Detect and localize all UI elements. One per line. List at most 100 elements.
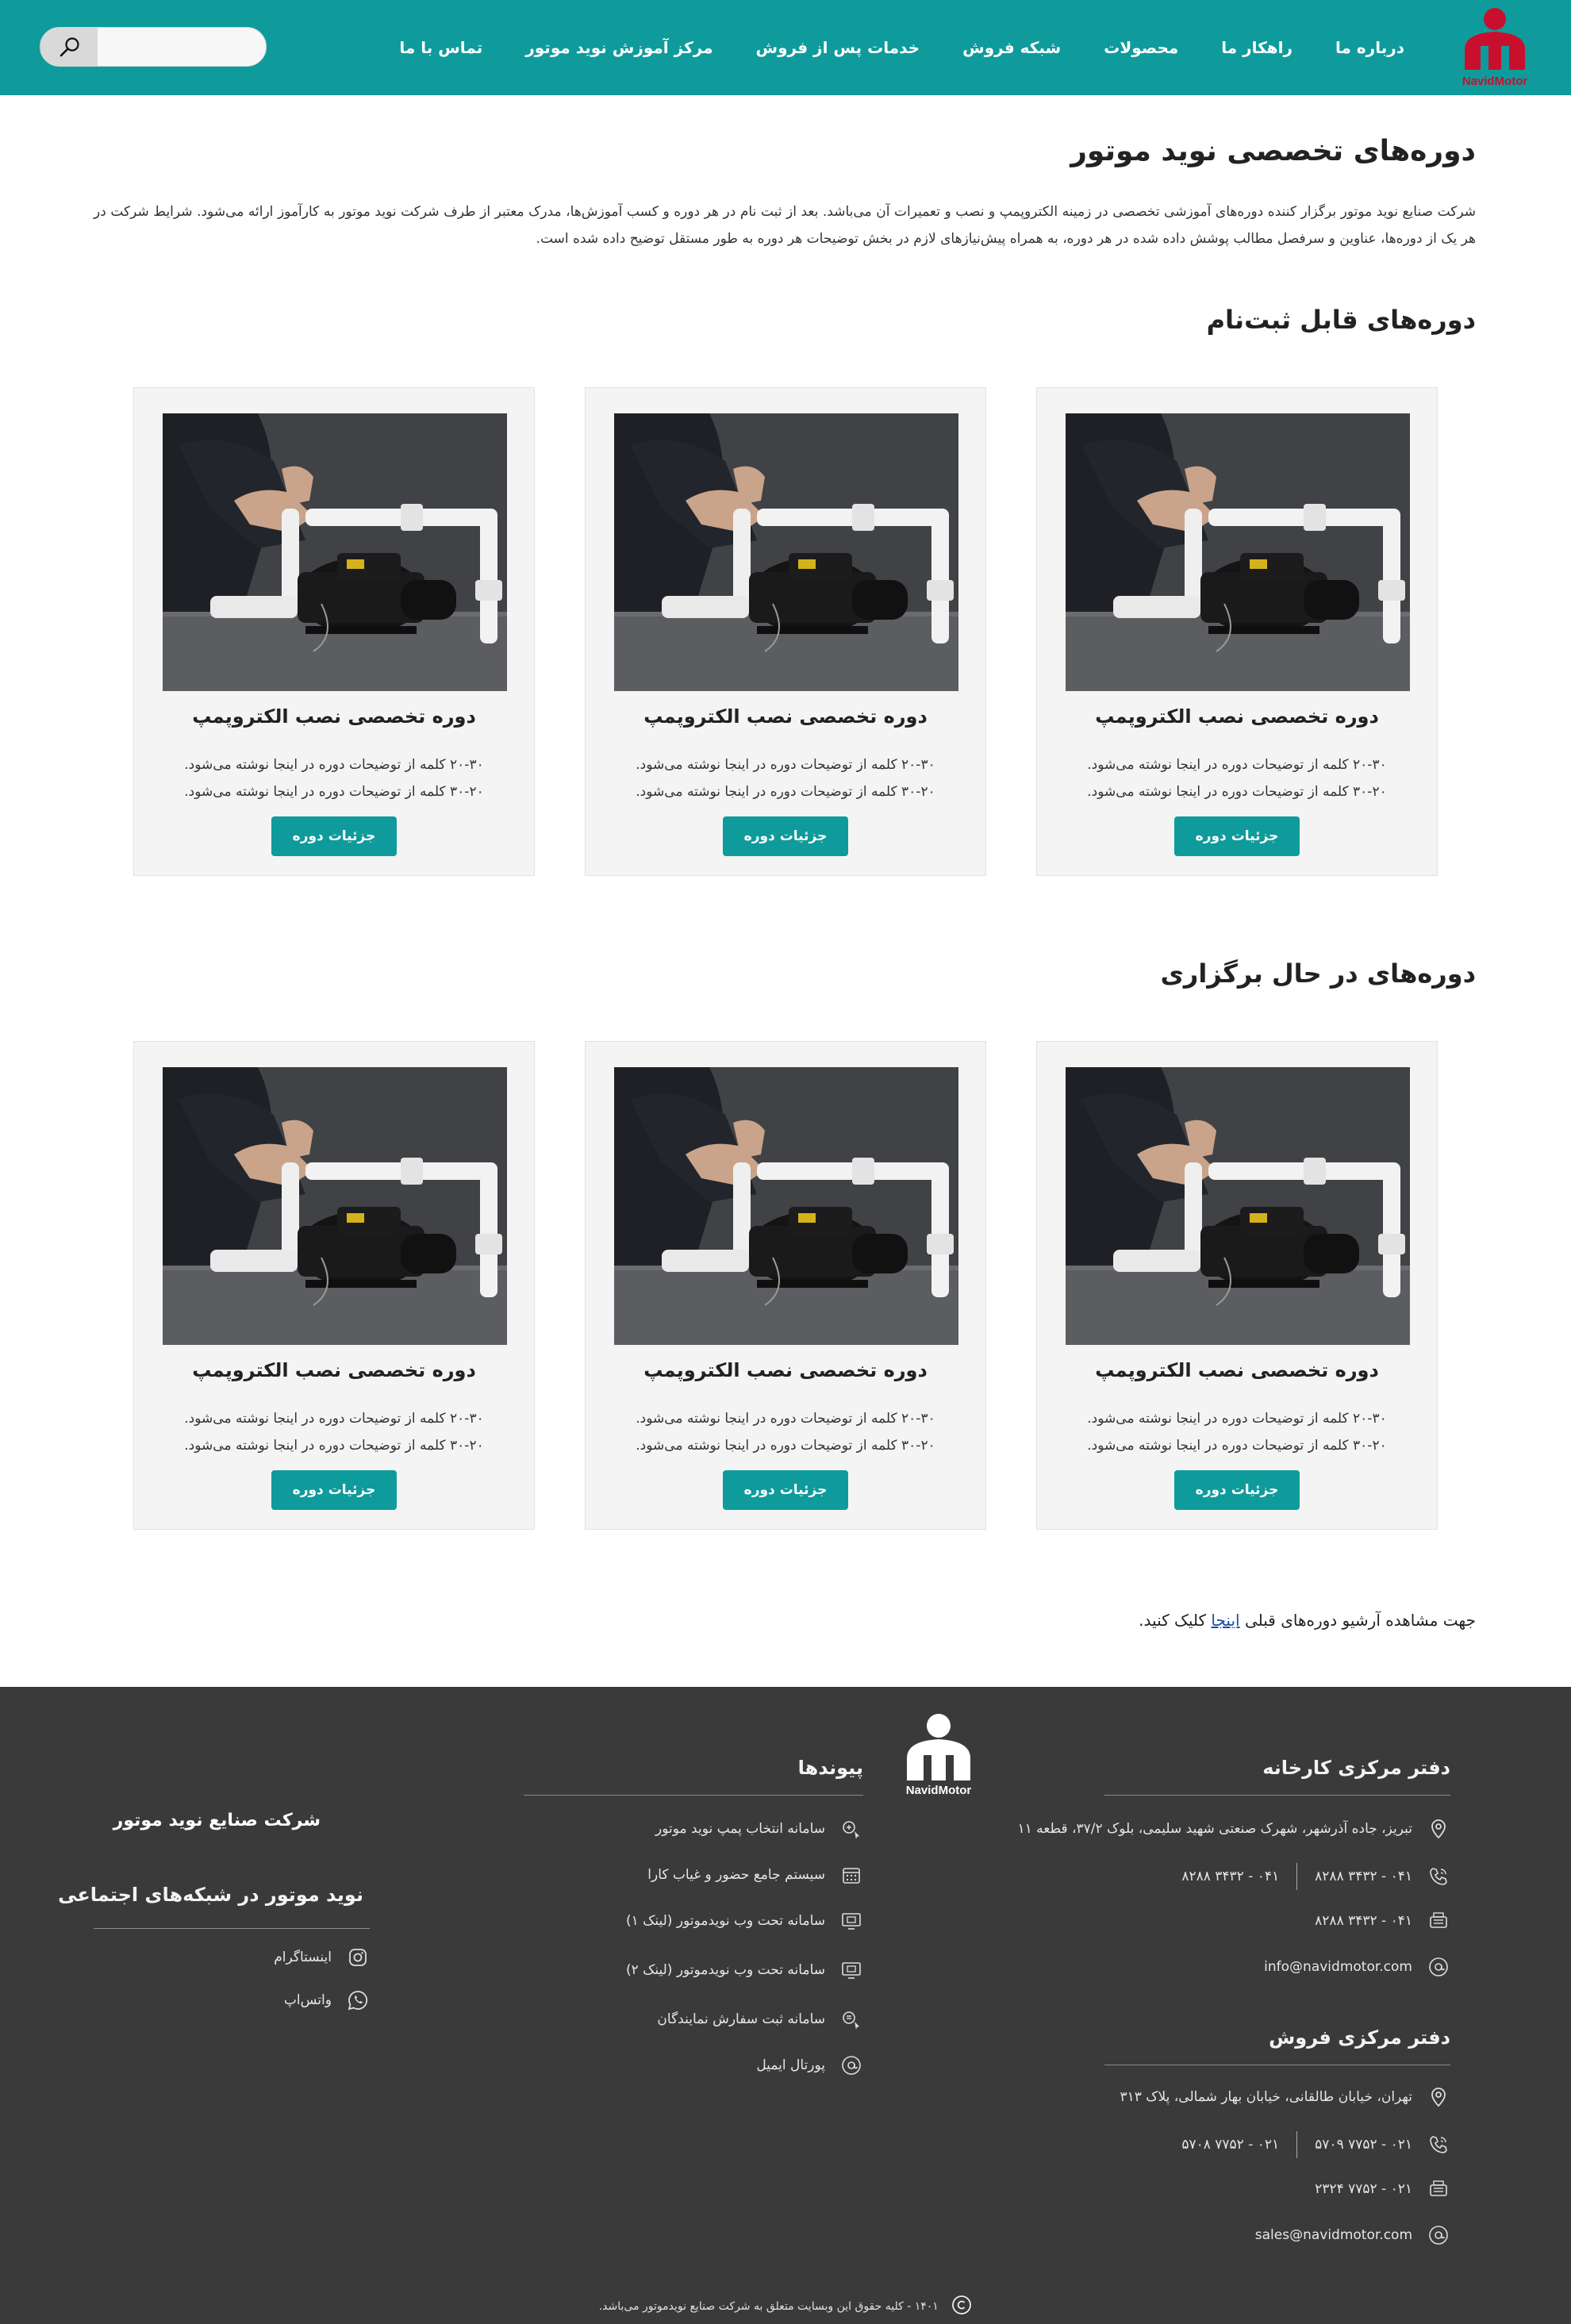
course-details-button[interactable]: جزئیات دوره	[723, 816, 848, 856]
intro-paragraph: شرکت صنایع نوید موتور برگزار کننده دوره‌…	[94, 204, 1476, 247]
course-description: ۲۰-۳۰ کلمه از توضیحات دوره در اینجا نوشت…	[1037, 751, 1437, 805]
course-description-line: ۲۰-۳۰ کلمه از توضیحات دوره در اینجا نوشت…	[1087, 1411, 1387, 1427]
factory-phone-2[interactable]: ۰۴۱ - ۳۴۳۲ ۸۲۸۸	[1181, 1869, 1279, 1884]
factory-address: تبریز، جاده آذرشهر، شهرک صنعتی شهید سلیم…	[1018, 1817, 1450, 1841]
nav-contact[interactable]: تماس با ما	[399, 38, 482, 57]
footer-logo-text: NavidMotor	[905, 1784, 972, 1797]
ongoing-courses-list: دوره تخصصی نصب الکتروپمپ ۲۰-۳۰ کلمه از ت…	[133, 1041, 1438, 1530]
factory-email: info@navidmotor.com	[1264, 1955, 1450, 1979]
course-photo[interactable]	[163, 1067, 507, 1345]
footer-link[interactable]: سیستم جامع حضور و غیاب کارا	[647, 1863, 863, 1887]
nav-solutions[interactable]: راهکار ما	[1221, 38, 1293, 57]
factory-phone-1[interactable]: ۰۴۱ - ۳۴۳۲ ۸۲۸۸	[1315, 1869, 1412, 1884]
footer-link-label[interactable]: سامانه ثبت سفارش نمایندگان	[657, 2011, 825, 2027]
pump-photo-illustration	[1066, 1067, 1410, 1345]
course-description-line: ۳۰-۲۰ کلمه از توضیحات دوره در اینجا نوشت…	[184, 1438, 484, 1454]
whatsapp-icon	[346, 1988, 370, 2012]
navidmotor-logo[interactable]: NavidMotor	[1458, 6, 1531, 89]
footer-link[interactable]: سامانه ثبت سفارش نمایندگان	[657, 2007, 863, 2031]
footer-link[interactable]: پورتال ایمیل	[756, 2053, 863, 2077]
social-link-instagram[interactable]: اینستاگرام	[274, 1946, 370, 1969]
course-details-button[interactable]: جزئیات دوره	[1174, 1470, 1300, 1510]
pump-select-icon	[839, 1817, 863, 1841]
factory-divider	[1104, 1795, 1450, 1796]
pump-photo-illustration	[614, 413, 958, 691]
course-photo[interactable]	[1066, 413, 1410, 691]
course-photo[interactable]	[614, 413, 958, 691]
course-details-button[interactable]: جزئیات دوره	[723, 1470, 848, 1510]
logo-emblem-icon	[1465, 8, 1525, 70]
social-title: نوید موتور در شبکه‌های اجتماعی	[58, 1884, 363, 1906]
location-pin-icon	[1427, 1817, 1450, 1841]
footer-link[interactable]: سامانه تحت وب نویدموتور (لینک ۲)	[626, 1958, 863, 1982]
factory-email-text[interactable]: info@navidmotor.com	[1264, 1959, 1412, 1975]
course-card: دوره تخصصی نصب الکتروپمپ ۲۰-۳۰ کلمه از ت…	[585, 1041, 986, 1530]
course-title[interactable]: دوره تخصصی نصب الکتروپمپ	[134, 705, 534, 728]
nav-products[interactable]: محصولات	[1104, 38, 1178, 57]
social-label[interactable]: واتس‌اپ	[284, 1992, 332, 2008]
course-description: ۲۰-۳۰ کلمه از توضیحات دوره در اینجا نوشت…	[586, 751, 985, 805]
phone-icon	[1427, 1865, 1450, 1888]
factory-fax: ۰۴۱ - ۳۴۳۲ ۸۲۸۸	[1315, 1909, 1450, 1933]
factory-office-title: دفتر مرکزی کارخانه	[1262, 1757, 1450, 1779]
at-icon	[839, 2053, 863, 2077]
search-input[interactable]	[96, 28, 266, 66]
course-description: ۲۰-۳۰ کلمه از توضیحات دوره در اینجا نوشت…	[134, 751, 534, 805]
course-card: دوره تخصصی نصب الکتروپمپ ۲۰-۳۰ کلمه از ت…	[133, 1041, 535, 1530]
course-card: دوره تخصصی نصب الکتروپمپ ۲۰-۳۰ کلمه از ت…	[1036, 387, 1438, 876]
social-divider	[94, 1928, 370, 1929]
fax-icon	[1427, 2177, 1450, 2201]
course-details-button[interactable]: جزئیات دوره	[1174, 816, 1300, 856]
course-details-button[interactable]: جزئیات دوره	[271, 1470, 397, 1510]
footer-link[interactable]: سامانه تحت وب نویدموتور (لینک ۱)	[626, 1909, 863, 1933]
order-icon	[839, 2007, 863, 2031]
nav-sales-network[interactable]: شبکه فروش	[962, 38, 1061, 57]
instagram-icon	[346, 1946, 370, 1969]
course-card: دوره تخصصی نصب الکتروپمپ ۲۰-۳۰ کلمه از ت…	[1036, 1041, 1438, 1530]
search-button[interactable]	[40, 28, 98, 66]
search-icon	[60, 37, 79, 57]
pump-photo-illustration	[163, 1067, 507, 1345]
pump-photo-illustration	[1066, 413, 1410, 691]
footer-link-label[interactable]: سامانه تحت وب نویدموتور (لینک ۲)	[626, 1962, 825, 1978]
nav-after-sales[interactable]: خدمات پس از فروش	[756, 38, 920, 57]
course-description: ۲۰-۳۰ کلمه از توضیحات دوره در اینجا نوشت…	[134, 1405, 534, 1459]
sales-fax-text: ۰۲۱ - ۷۷۵۲ ۲۳۲۴	[1315, 2181, 1412, 2197]
sales-phone-2[interactable]: ۰۲۱ - ۷۷۵۲ ۵۷۰۸	[1181, 2137, 1279, 2153]
social-label[interactable]: اینستاگرام	[274, 1949, 332, 1965]
sales-email-text[interactable]: sales@navidmotor.com	[1255, 2227, 1412, 2243]
footer-link-label[interactable]: سیستم جامع حضور و غیاب کارا	[647, 1867, 825, 1883]
course-description: ۲۰-۳۰ کلمه از توضیحات دوره در اینجا نوشت…	[1037, 1405, 1437, 1459]
social-link-whatsapp[interactable]: واتس‌اپ	[284, 1988, 370, 2012]
location-pin-icon	[1427, 2085, 1450, 2109]
course-details-button[interactable]: جزئیات دوره	[271, 816, 397, 856]
phone-separator	[1296, 1863, 1298, 1890]
course-card: دوره تخصصی نصب الکتروپمپ ۲۰-۳۰ کلمه از ت…	[585, 387, 986, 876]
course-title[interactable]: دوره تخصصی نصب الکتروپمپ	[1037, 705, 1437, 728]
course-photo[interactable]	[163, 413, 507, 691]
course-title[interactable]: دوره تخصصی نصب الکتروپمپ	[586, 1359, 985, 1381]
course-description-line: ۲۰-۳۰ کلمه از توضیحات دوره در اینجا نوشت…	[636, 1411, 935, 1427]
nav-training-center[interactable]: مرکز آموزش نوید موتور	[525, 38, 713, 57]
course-description-line: ۲۰-۳۰ کلمه از توضیحات دوره در اینجا نوشت…	[1087, 757, 1387, 773]
sales-address: تهران، خیابان طالقانی، خیابان بهار شمالی…	[1120, 2085, 1451, 2109]
course-title[interactable]: دوره تخصصی نصب الکتروپمپ	[134, 1359, 534, 1381]
copyright-icon	[951, 2295, 972, 2318]
at-icon	[1427, 1955, 1450, 1979]
links-divider	[524, 1795, 863, 1796]
sales-phone-1[interactable]: ۰۲۱ - ۷۷۵۲ ۵۷۰۹	[1315, 2137, 1412, 2153]
archive-link[interactable]: اینجا	[1211, 1611, 1239, 1630]
footer-link-label[interactable]: سامانه تحت وب نویدموتور (لینک ۱)	[626, 1913, 825, 1929]
footer-link[interactable]: سامانه انتخاب پمپ نوید موتور	[655, 1817, 863, 1841]
copyright-notice: ۱۴۰۱ - کلیه حقوق این وبسایت متعلق به شرک…	[0, 2295, 1571, 2318]
archive-prefix: جهت مشاهده آرشیو دوره‌های قبلی	[1244, 1611, 1476, 1630]
footer-link-label[interactable]: پورتال ایمیل	[756, 2057, 825, 2073]
footer-link-label[interactable]: سامانه انتخاب پمپ نوید موتور	[655, 1821, 825, 1837]
nav-about[interactable]: درباره ما	[1335, 38, 1404, 57]
course-title[interactable]: دوره تخصصی نصب الکتروپمپ	[586, 705, 985, 728]
footer-logo[interactable]: NavidMotor	[897, 1712, 980, 1797]
course-title[interactable]: دوره تخصصی نصب الکتروپمپ	[1037, 1359, 1437, 1381]
course-photo[interactable]	[614, 1067, 958, 1345]
course-photo[interactable]	[1066, 1067, 1410, 1345]
logo-text: NavidMotor	[1462, 75, 1528, 88]
